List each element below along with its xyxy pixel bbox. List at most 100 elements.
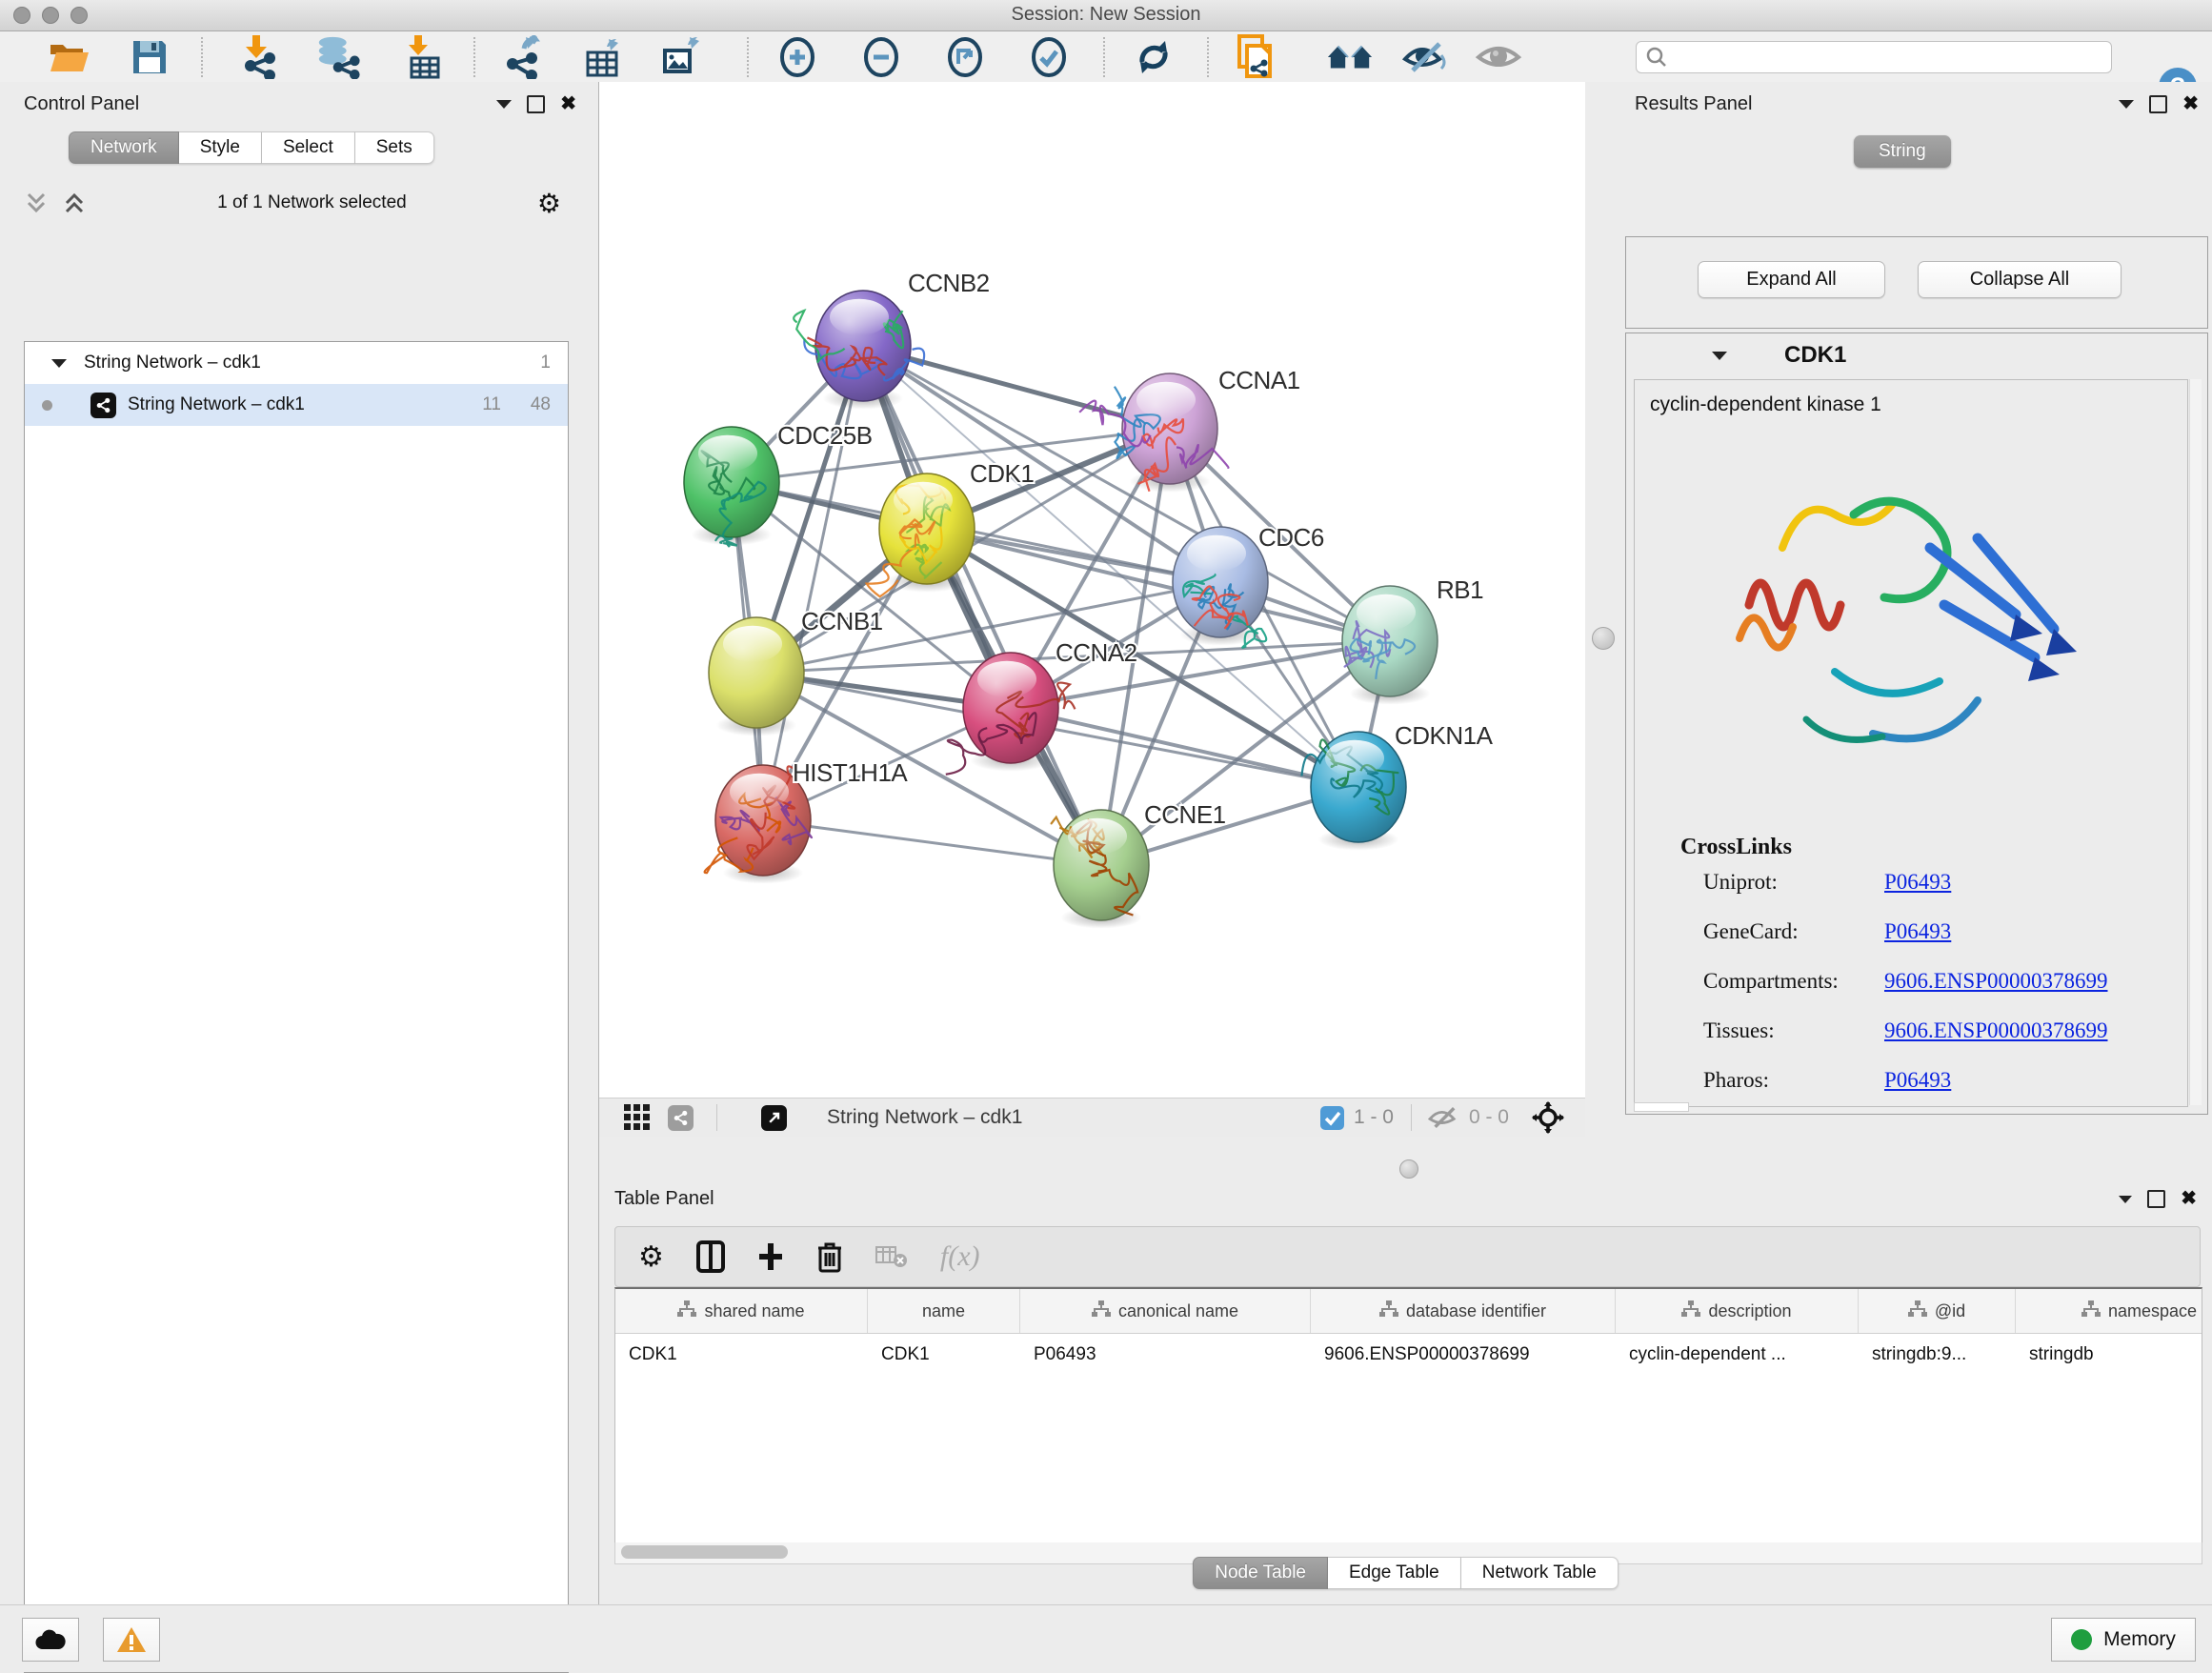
collapse-all-icon[interactable] — [24, 191, 49, 215]
select-columns-icon[interactable] — [696, 1240, 725, 1273]
string-network-icon — [90, 393, 116, 418]
crosslink-value[interactable]: P06493 — [1884, 870, 1951, 895]
zoom-selected-icon[interactable] — [1025, 36, 1073, 78]
tab-sets[interactable]: Sets — [355, 131, 434, 164]
crosslink-value[interactable]: P06493 — [1884, 919, 1951, 944]
first-neighbors-icon[interactable] — [1326, 36, 1374, 78]
export-image-icon[interactable] — [657, 36, 705, 78]
column-header-namespace[interactable]: namespace — [2016, 1289, 2202, 1333]
table-gear-icon[interactable]: ⚙ — [638, 1240, 664, 1274]
import-table-icon[interactable] — [398, 36, 446, 78]
float-panel-icon[interactable] — [2149, 95, 2167, 113]
hidden-eye-icon[interactable] — [1427, 1104, 1459, 1131]
network-node-HIST1H1A[interactable]: HIST1H1A — [705, 758, 909, 884]
search-bar[interactable] — [1636, 41, 2112, 73]
table-cell[interactable]: stringdb:9... — [1859, 1334, 2016, 1376]
column-header-shared-name[interactable]: shared name — [615, 1289, 868, 1333]
selected-checkbox-icon[interactable] — [1320, 1106, 1344, 1130]
table-cell[interactable]: CDK1 — [868, 1334, 1020, 1376]
network-node-CDC25B[interactable]: CDC25B — [684, 421, 873, 547]
save-session-icon[interactable] — [126, 36, 173, 78]
column-header-name[interactable]: name — [868, 1289, 1020, 1333]
network-graph[interactable]: CCNB2CCNA1CDC25BCDK1CDC6RB1CCNB1CCNA2CDK… — [599, 82, 1585, 1099]
splitter-handle[interactable] — [1592, 627, 1615, 650]
gene-card-header[interactable]: CDK1 — [1626, 333, 2207, 377]
network-node-CCNA1[interactable]: CCNA1 — [1079, 366, 1299, 493]
network-edge-CCNA2-CDKN1A[interactable] — [1011, 708, 1358, 787]
network-edge-CCNB2-HIST1H1A[interactable] — [763, 346, 863, 820]
open-file-icon[interactable] — [46, 36, 93, 78]
table-cell[interactable]: stringdb — [2016, 1334, 2202, 1376]
collapse-all-button[interactable]: Collapse All — [1918, 261, 2122, 298]
column-header-label: shared name — [704, 1301, 804, 1321]
detach-view-icon[interactable] — [761, 1105, 787, 1131]
panel-menu-icon[interactable] — [496, 100, 512, 109]
panel-menu-icon[interactable] — [2119, 100, 2134, 109]
network-node-CCNB1[interactable]: CCNB1 — [709, 607, 883, 736]
tab-node-table[interactable]: Node Table — [1193, 1557, 1328, 1589]
network-view[interactable]: CCNB2CCNA1CDC25BCDK1CDC6RB1CCNB1CCNA2CDK… — [599, 82, 1585, 1137]
import-network-database-icon[interactable] — [314, 36, 362, 78]
splitter-handle[interactable] — [1399, 1159, 1418, 1179]
crosslink-value[interactable]: 9606.ENSP00000378699 — [1884, 1018, 2108, 1043]
column-header-canonical-name[interactable]: canonical name — [1020, 1289, 1311, 1333]
warnings-button[interactable] — [103, 1618, 160, 1662]
hide-selected-icon[interactable] — [1400, 36, 1448, 78]
import-network-icon[interactable] — [234, 36, 282, 78]
control-panel: Control Panel ✖ NetworkStyleSelectSets 1… — [0, 82, 599, 1604]
refresh-icon[interactable] — [1130, 36, 1177, 78]
panel-splitter-vertical[interactable] — [1585, 82, 1624, 1137]
table-row[interactable]: CDK1CDK1P064939606.ENSP00000378699cyclin… — [615, 1334, 2202, 1376]
close-panel-icon[interactable]: ✖ — [2182, 97, 2199, 111]
export-network-icon[interactable] — [501, 36, 549, 78]
expand-all-icon[interactable] — [62, 191, 87, 215]
memory-button[interactable]: Memory — [2051, 1618, 2196, 1662]
column-header-@id[interactable]: @id — [1859, 1289, 2016, 1333]
tab-network[interactable]: Network — [69, 131, 179, 164]
delete-column-icon[interactable] — [816, 1240, 843, 1273]
options-gear-icon[interactable]: ⚙ — [537, 188, 561, 219]
tab-style[interactable]: Style — [179, 131, 262, 164]
add-column-icon[interactable] — [757, 1241, 784, 1272]
zoom-out-icon[interactable] — [857, 36, 905, 78]
network-node-CDKN1A[interactable]: CDKN1A — [1301, 721, 1493, 851]
crosslink-value[interactable]: 9606.ENSP00000378699 — [1884, 969, 2108, 994]
close-panel-icon[interactable]: ✖ — [560, 97, 576, 111]
column-header-description[interactable]: description — [1616, 1289, 1859, 1333]
results-horizontal-scrollbar[interactable] — [1634, 1102, 1689, 1112]
float-panel-icon[interactable] — [527, 95, 545, 113]
zoom-fit-icon[interactable] — [941, 36, 989, 78]
grid-view-icon[interactable] — [624, 1104, 651, 1131]
copy-style-icon[interactable] — [1233, 36, 1280, 78]
network-node-RB1[interactable]: RB1 — [1342, 575, 1483, 705]
network-node-CCNE1[interactable]: CCNE1 — [1052, 800, 1226, 929]
network-row[interactable]: String Network – cdk1 11 48 — [25, 384, 568, 426]
tab-edge-table[interactable]: Edge Table — [1328, 1557, 1461, 1589]
expand-all-button[interactable]: Expand All — [1698, 261, 1885, 298]
float-panel-icon[interactable] — [2147, 1190, 2165, 1208]
birdseye-icon[interactable] — [1532, 1101, 1564, 1134]
network-overview-icon[interactable] — [668, 1105, 694, 1131]
network-node-CDC6[interactable]: CDC6 — [1173, 523, 1324, 648]
column-header-database-identifier[interactable]: database identifier — [1311, 1289, 1616, 1333]
zoom-in-icon[interactable] — [774, 36, 821, 78]
tab-select[interactable]: Select — [262, 131, 355, 164]
close-panel-icon[interactable]: ✖ — [2181, 1192, 2197, 1206]
table-cell[interactable]: 9606.ENSP00000378699 — [1311, 1334, 1616, 1376]
network-collection-row[interactable]: String Network – cdk1 1 — [25, 342, 568, 384]
tree-expander-icon[interactable] — [51, 359, 67, 368]
cloud-status-button[interactable] — [22, 1618, 79, 1662]
panel-menu-icon[interactable] — [2119, 1196, 2132, 1203]
results-vertical-scrollbar[interactable] — [2189, 379, 2202, 1105]
table-cell[interactable]: CDK1 — [615, 1334, 868, 1376]
search-input[interactable] — [1675, 47, 2111, 68]
tab-string[interactable]: String — [1854, 135, 1951, 168]
collapse-gene-icon[interactable] — [1712, 352, 1727, 360]
tab-network-table[interactable]: Network Table — [1461, 1557, 1619, 1589]
export-table-icon[interactable] — [579, 36, 627, 78]
network-edge-HIST1H1A-CCNE1[interactable] — [763, 820, 1101, 865]
show-all-icon[interactable] — [1475, 36, 1522, 78]
crosslink-value[interactable]: P06493 — [1884, 1068, 1951, 1093]
table-cell[interactable]: P06493 — [1020, 1334, 1311, 1376]
table-cell[interactable]: cyclin-dependent ... — [1616, 1334, 1859, 1376]
